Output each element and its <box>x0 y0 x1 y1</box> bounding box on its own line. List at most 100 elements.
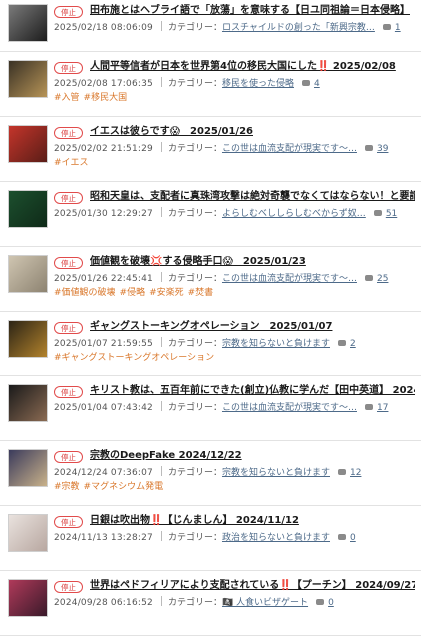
post-meta: 2025/02/02 21:51:29 カテゴリー：この世は血流支配が現実です〜…… <box>54 141 415 155</box>
post-title-link[interactable]: イエスは彼らです😱 2025/01/26 <box>90 125 415 138</box>
post-thumbnail[interactable] <box>8 254 48 293</box>
post-title-link[interactable]: 宗教のDeepFake 2024/12/22 <box>90 449 415 462</box>
category-prefix: カテゴリー： <box>167 79 222 89</box>
category-prefix: カテゴリー： <box>167 533 222 544</box>
post-date: 2024/12/24 07:36:07 <box>54 468 153 479</box>
tag-link[interactable]: #価値観の破壊 <box>54 288 116 298</box>
post-row: 停止キリスト教は、五百年前にできた(創立)仏教に学んだ【田中英道】 2024/1… <box>0 376 421 442</box>
comment-icon <box>316 599 325 606</box>
post-date: 2025/01/26 22:45:41 <box>54 273 153 284</box>
comment-count[interactable]: 2 <box>350 339 356 349</box>
post-date: 2025/01/04 07:43:42 <box>54 403 153 414</box>
post-title-link[interactable]: キリスト教は、五百年前にできた(創立)仏教に学んだ【田中英道】 2024/12/… <box>90 384 415 397</box>
post-thumbnail[interactable] <box>8 384 48 423</box>
comment-count[interactable]: 0 <box>350 533 356 543</box>
category-prefix: カテゴリー： <box>167 143 222 154</box>
post-thumbnail[interactable] <box>8 189 48 228</box>
tag-link[interactable]: #マグネシウム発電 <box>84 482 164 492</box>
post-row: 停止 田布施とはヘブライ語で「放蕩」を意味する【日ユ同祖論＝日本侵略】 2025/0… <box>0 0 421 52</box>
post-title-link[interactable]: 価値観を破壊💢する侵略手口😱 2025/01/23 <box>90 255 415 268</box>
post-thumbnail[interactable] <box>8 124 48 163</box>
comment-count[interactable]: 17 <box>377 403 388 413</box>
comment-count[interactable]: 1 <box>395 23 401 33</box>
thumbnail-image <box>9 320 47 357</box>
post-thumbnail[interactable] <box>8 449 48 488</box>
tag-link[interactable]: #イエス <box>54 158 88 168</box>
post-row: 停止 世界はペドフィリアにより支配されている‼️【プーチン】 2024/09/27… <box>0 571 421 637</box>
post-date: 2025/01/30 12:29:27 <box>54 208 153 219</box>
category-link[interactable]: 移民を使った侵略 <box>222 79 294 89</box>
comment-icon <box>373 209 382 216</box>
post-row: 停止 価値観を破壊💢する侵略手口😱 2025/01/23 2025/01/26 22… <box>0 247 421 312</box>
tag-link[interactable]: #移民大国 <box>84 93 128 103</box>
comment-count[interactable]: 0 <box>328 598 334 608</box>
category-prefix: カテゴリー： <box>167 208 222 219</box>
post-thumbnail[interactable] <box>8 514 48 553</box>
tag-link[interactable]: #安楽死 <box>149 288 184 298</box>
category-link[interactable]: よらしむべししらしむべからず奴… <box>222 209 366 219</box>
post-row: 停止昭和天皇は、支配者に真珠湾攻撃は絶対奇襲でなくてはならない！と要請しました…… <box>0 182 421 247</box>
post-title-link[interactable]: 世界はペドフィリアにより支配されている‼️【プーチン】 2024/09/27 <box>90 579 415 592</box>
stop-badge: 停止 <box>54 321 83 334</box>
meta-divider <box>160 531 162 542</box>
post-thumbnail[interactable] <box>8 579 48 618</box>
post-title-link[interactable]: 日銀は吹出物‼️【じんましん】 2024/11/12 <box>90 514 415 527</box>
category-link[interactable]: 宗教を知らないと負けます <box>222 339 330 349</box>
thumbnail-image <box>9 580 47 617</box>
thumbnail-image <box>9 255 47 292</box>
meta-divider <box>160 206 162 217</box>
stop-badge: 停止 <box>54 451 83 464</box>
post-thumbnail[interactable] <box>8 60 48 98</box>
post-date: 2025/02/18 08:06:09 <box>54 23 153 33</box>
comment-icon <box>382 24 391 30</box>
stop-badge: 停止 <box>54 6 83 18</box>
comment-count[interactable]: 4 <box>314 79 320 89</box>
category-link[interactable]: 🏴‍☠️ 人食いビザゲート <box>222 598 308 608</box>
meta-divider <box>160 336 162 347</box>
post-row: 停止 イエスは彼らです😱 2025/01/26 2025/02/02 21:51:2… <box>0 117 421 182</box>
tag-link[interactable]: #ギャングストーキングオペレーション <box>54 353 214 363</box>
post-thumbnail[interactable] <box>8 4 48 42</box>
post-title-link[interactable]: 人間平等信者が日本を世界第4位の移民大国にした‼️ 2025/02/08 <box>90 60 415 73</box>
comment-count[interactable]: 12 <box>350 468 361 478</box>
category-link[interactable]: ロスチャイルドの創った「新興宗教… <box>222 23 375 33</box>
thumbnail-image <box>9 125 47 162</box>
tag-link[interactable]: #焚書 <box>188 288 214 298</box>
post-title-link[interactable]: 昭和天皇は、支配者に真珠湾攻撃は絶対奇襲でなくてはならない！と要請しました… <box>90 190 415 203</box>
post-date: 2025/01/07 21:59:55 <box>54 338 153 349</box>
post-meta: 2024/11/13 13:28:27 カテゴリー：政治を知らないと負けます 0 <box>54 531 415 544</box>
meta-divider <box>160 77 162 87</box>
tag-link[interactable]: #宗教 <box>54 482 80 492</box>
category-link[interactable]: この世は血流支配が現実です〜… <box>222 144 357 154</box>
tag-link[interactable]: #入管 <box>54 93 80 103</box>
comment-icon <box>365 274 373 281</box>
post-list: 停止 田布施とはヘブライ語で「放蕩」を意味する【日ユ同祖論＝日本侵略】 2025/0… <box>0 0 421 637</box>
stop-badge: 停止 <box>54 516 83 529</box>
thumbnail-image <box>9 385 47 422</box>
category-link[interactable]: この世は血流支配が現実です〜… <box>222 403 357 413</box>
comment-count[interactable]: 25 <box>377 274 388 284</box>
category-link[interactable]: この世は血流支配が現実です〜… <box>222 274 357 284</box>
category-link[interactable]: 政治を知らないと負けます <box>222 533 330 543</box>
stop-badge: 停止 <box>54 62 83 74</box>
category-prefix: カテゴリー： <box>167 403 222 414</box>
post-meta: 2025/02/08 17:06:35 カテゴリー：移民を使った侵略 4 <box>54 77 415 90</box>
post-meta: 2025/01/30 12:29:27 カテゴリー：よらしむべししらしむべからず奴… <box>54 206 415 220</box>
post-meta: 2025/01/07 21:59:55 カテゴリー：宗教を知らないと負けます 2 <box>54 336 415 350</box>
post-thumbnail[interactable] <box>8 319 48 358</box>
meta-divider <box>160 466 162 477</box>
thumbnail-image <box>9 190 47 227</box>
stop-badge: 停止 <box>54 256 83 269</box>
comment-count[interactable]: 39 <box>377 144 388 154</box>
post-title-link[interactable]: ギャングストーキングオペレーション 2025/01/07 <box>90 320 415 333</box>
post-tags: #イエス <box>54 157 415 169</box>
tag-link[interactable]: #侵略 <box>120 288 146 298</box>
thumbnail-image <box>9 450 47 487</box>
post-title-link[interactable]: 田布施とはヘブライ語で「放蕩」を意味する【日ユ同祖論＝日本侵略】 <box>90 4 415 17</box>
comment-count[interactable]: 51 <box>386 209 397 219</box>
post-row: 停止 宗教のDeepFake 2024/12/22 2024/12/24 07:36… <box>0 441 421 507</box>
post-date: 2024/09/28 06:16:52 <box>54 598 153 609</box>
meta-divider <box>160 271 162 282</box>
stop-badge: 停止 <box>54 581 83 594</box>
category-link[interactable]: 宗教を知らないと負けます <box>222 468 330 478</box>
